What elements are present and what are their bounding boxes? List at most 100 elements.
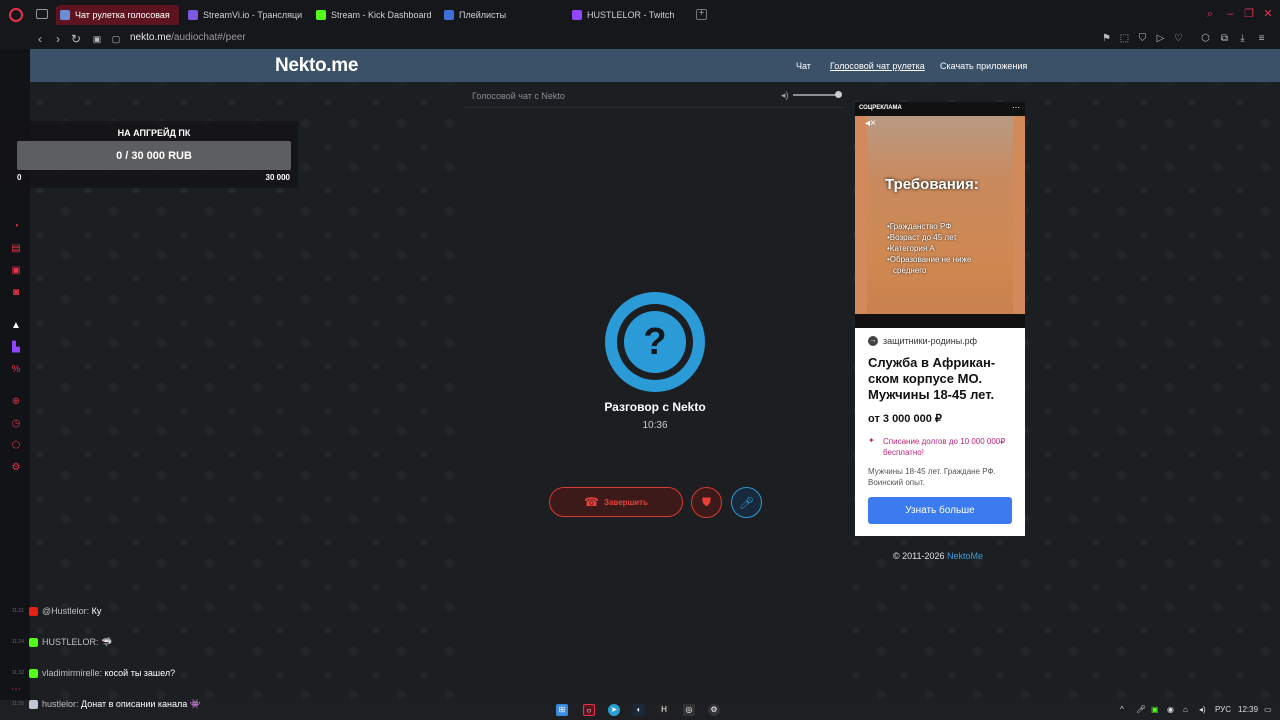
- vpn-icon[interactable]: ⧉: [1219, 33, 1230, 44]
- menu-chat[interactable]: Чат: [796, 61, 811, 71]
- play-icon[interactable]: ▷: [1155, 33, 1166, 44]
- menu-icon[interactable]: ≡: [1256, 33, 1267, 44]
- site-logo[interactable]: Nekto.me: [275, 55, 358, 77]
- browser-tabbar: Чат рулетка голосовая StreamVi.io - Тран…: [0, 0, 1280, 29]
- call-header: Голосовой чат с Nekto ◂): [465, 82, 845, 108]
- donation-goal-widget: НА АПГРЕЙД ПК 0 / 30 000 RUB 0 30 000: [10, 121, 298, 188]
- sidebar-refresh-icon[interactable]: ◔: [10, 221, 22, 233]
- sidebar-box-icon[interactable]: ⬠: [10, 440, 22, 452]
- tray-app-icon[interactable]: ▣: [1151, 705, 1159, 714]
- peer-name: Разговор с Nekto: [604, 400, 706, 414]
- chat-user: @Hustlelor:: [42, 606, 90, 616]
- sidebar-music-icon[interactable]: ◙: [10, 287, 22, 299]
- shield-icon[interactable]: ⛉: [1137, 33, 1148, 44]
- heart-icon[interactable]: ♡: [1173, 33, 1184, 44]
- back-icon[interactable]: ‹: [34, 32, 46, 46]
- screen: Чат рулетка голосовая StreamVi.io - Тран…: [0, 0, 1280, 720]
- minimize-icon[interactable]: –: [1224, 8, 1236, 20]
- steam-icon[interactable]: ◐: [633, 704, 645, 716]
- tab-nekto[interactable]: Чат рулетка голосовая: [56, 5, 179, 25]
- menu-download-apps[interactable]: Скачать приложения: [940, 61, 1027, 71]
- lock-icon[interactable]: ▢: [110, 32, 122, 46]
- tab-playlists[interactable]: Плейлисты: [440, 5, 550, 25]
- copyright: © 2011-2026 NektoMe: [893, 551, 983, 561]
- close-icon[interactable]: ✕: [1262, 8, 1274, 20]
- chat-text: косой ты зашел?: [104, 668, 176, 678]
- sidebar-history-icon[interactable]: ◷: [10, 418, 22, 430]
- telegram-icon[interactable]: ➤: [608, 704, 620, 716]
- settings-app-icon[interactable]: ⚙: [708, 704, 720, 716]
- tray-expand-icon[interactable]: ^: [1120, 705, 1124, 714]
- reload-icon[interactable]: ↻: [70, 32, 82, 46]
- tab-label: Stream - Kick Dashboard: [331, 10, 432, 20]
- ad-domain: защитники-родины.рф: [883, 336, 978, 346]
- start-icon[interactable]: ⊞: [556, 704, 568, 716]
- maximize-icon[interactable]: ❐: [1243, 8, 1255, 20]
- opera-taskbar-icon[interactable]: ○: [583, 704, 595, 716]
- microphone-button[interactable]: 🎤︎: [731, 487, 762, 518]
- ad-requirement: •Гражданство РФ: [887, 222, 952, 231]
- donation-title: НА АПГРЕЙД ПК: [117, 128, 191, 138]
- tab-streamvi[interactable]: StreamVi.io - Трансляции: [184, 5, 302, 25]
- new-tab-button[interactable]: +: [696, 9, 707, 20]
- youtube-icon: [29, 606, 38, 616]
- chat-time: 11:35: [11, 701, 24, 707]
- chat-message: 11:32 vladimirmirelle: косой ты зашел?: [0, 666, 175, 680]
- question-mark-icon: ?: [624, 311, 686, 373]
- twitch-favicon-icon: [572, 10, 582, 20]
- volume-slider-knob[interactable]: [835, 91, 842, 98]
- sidebar-chat-icon[interactable]: ▣: [10, 265, 22, 277]
- ad-requirement: среднего: [893, 266, 927, 275]
- donation-min: 0: [17, 173, 22, 182]
- ad-requirement: •Образование не ниже: [887, 255, 972, 264]
- report-button[interactable]: ⛊: [691, 487, 722, 518]
- obs-icon[interactable]: ◎: [683, 704, 695, 716]
- chat-message: 11:24 HUSTLELOR: 🦈: [0, 635, 112, 649]
- sidebar-twitch-icon[interactable]: ▙: [10, 342, 22, 354]
- ad-learn-more-button[interactable]: Узнать больше: [868, 497, 1012, 524]
- peer-avatar: ?: [605, 292, 705, 392]
- end-call-button[interactable]: ☎ Завершить: [549, 487, 683, 517]
- search-tabs-icon[interactable]: ⌕: [1204, 8, 1216, 20]
- ad-mute-icon[interactable]: ◂×: [865, 118, 876, 129]
- url-field[interactable]: nekto.me/audiochat#/peer: [130, 32, 246, 43]
- tray-network-icon[interactable]: ⌂: [1183, 705, 1188, 714]
- sidebar-bag-icon[interactable]: ▤: [10, 243, 22, 255]
- ad-requirement: •Возраст до 45 лет: [887, 233, 957, 242]
- menu-voice-roulette[interactable]: Голосовой чат рулетка: [830, 61, 925, 71]
- tray-discord-icon[interactable]: ◉: [1167, 705, 1174, 714]
- bookmark-icon[interactable]: ⚑: [1101, 33, 1112, 44]
- call-header-title: Голосовой чат с Nekto: [472, 91, 565, 101]
- ad-banner[interactable]: Требования: •Гражданство РФ •Возраст до …: [855, 102, 1025, 536]
- snapshot-icon[interactable]: ⬚: [1119, 33, 1130, 44]
- clock[interactable]: 12:39: [1238, 705, 1258, 714]
- print-icon[interactable]: ▣: [91, 32, 103, 46]
- extensions-icon[interactable]: ⬡: [1200, 33, 1211, 44]
- language-indicator[interactable]: РУС: [1215, 705, 1231, 714]
- notifications-icon[interactable]: ▭: [1264, 705, 1272, 714]
- sidebar-percent-icon[interactable]: %: [10, 364, 22, 376]
- tray-volume-icon[interactable]: ◂): [1199, 705, 1206, 714]
- sidebar-aria-icon[interactable]: ▲: [10, 320, 22, 332]
- sidebar-settings-icon[interactable]: ⚙: [10, 462, 22, 474]
- sidebar-more-icon[interactable]: ⋯: [10, 684, 22, 696]
- hammer-icon[interactable]: H: [658, 704, 670, 716]
- tab-twitch[interactable]: HUSTLELOR - Twitch: [568, 5, 688, 25]
- donation-value: 0 / 30 000 RUB: [116, 150, 192, 162]
- ad-more-icon[interactable]: ⋯: [1012, 103, 1020, 112]
- tab-menu-icon[interactable]: [36, 9, 48, 19]
- tray-mic-icon[interactable]: 🎤︎: [1136, 705, 1146, 714]
- ad-video[interactable]: Требования: •Гражданство РФ •Возраст до …: [855, 102, 1025, 328]
- kick-icon: [29, 668, 38, 678]
- download-icon[interactable]: ⤓: [1237, 33, 1248, 44]
- tab-kick[interactable]: Stream - Kick Dashboard: [312, 5, 432, 25]
- copyright-text: © 2011-2026: [893, 551, 945, 561]
- chat-user: vladimirmirelle:: [42, 668, 103, 678]
- forward-icon[interactable]: ›: [52, 32, 64, 46]
- volume-icon[interactable]: ◂): [781, 90, 791, 100]
- vk-icon: [29, 699, 38, 709]
- opera-logo-icon[interactable]: [9, 8, 23, 22]
- sidebar-add-icon[interactable]: ⊕: [10, 396, 22, 408]
- volume-slider[interactable]: [793, 94, 839, 96]
- copyright-link[interactable]: NektoMe: [947, 551, 983, 561]
